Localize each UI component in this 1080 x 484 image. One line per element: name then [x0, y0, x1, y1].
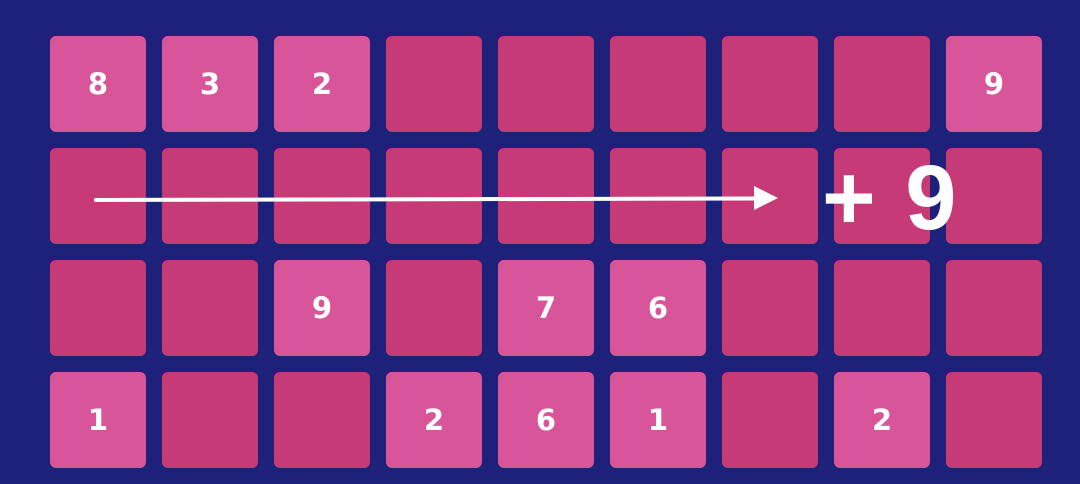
board-cell[interactable] — [946, 260, 1042, 356]
board-cell[interactable]: 3 — [162, 36, 258, 132]
board-cell[interactable]: 9 — [274, 260, 370, 356]
board-cell[interactable]: 2 — [274, 36, 370, 132]
board-cell[interactable]: 6 — [498, 372, 594, 468]
board-cell[interactable]: 6 — [610, 260, 706, 356]
board-cell[interactable] — [498, 148, 594, 244]
board-cell[interactable] — [946, 148, 1042, 244]
bonus-score-text: + 9 — [822, 147, 959, 249]
board-cell[interactable] — [498, 36, 594, 132]
board-cell[interactable]: 2 — [386, 372, 482, 468]
board-cell[interactable] — [610, 148, 706, 244]
board-cell[interactable] — [162, 372, 258, 468]
board-cell[interactable] — [610, 36, 706, 132]
board-cell[interactable] — [50, 148, 146, 244]
board-cell[interactable] — [50, 260, 146, 356]
board-cell[interactable] — [946, 372, 1042, 468]
board-cell[interactable] — [274, 148, 370, 244]
board-cell[interactable] — [722, 372, 818, 468]
board-cell[interactable] — [722, 36, 818, 132]
board-cell[interactable] — [386, 260, 482, 356]
board-cell[interactable]: 9 — [946, 36, 1042, 132]
board-cell[interactable] — [386, 36, 482, 132]
game-board: 832997612612 — [50, 36, 1042, 468]
board-cell[interactable] — [162, 260, 258, 356]
board-cell[interactable]: 7 — [498, 260, 594, 356]
board-cell[interactable] — [722, 260, 818, 356]
board-cell[interactable] — [834, 36, 930, 132]
board-cell[interactable]: 2 — [834, 372, 930, 468]
board-cell[interactable]: 1 — [610, 372, 706, 468]
board-cell[interactable]: 8 — [50, 36, 146, 132]
board-cell[interactable] — [834, 260, 930, 356]
board-cell[interactable] — [162, 148, 258, 244]
board-cell[interactable] — [274, 372, 370, 468]
board-cell[interactable]: 1 — [50, 372, 146, 468]
board-cell[interactable] — [386, 148, 482, 244]
board-cell[interactable] — [722, 148, 818, 244]
